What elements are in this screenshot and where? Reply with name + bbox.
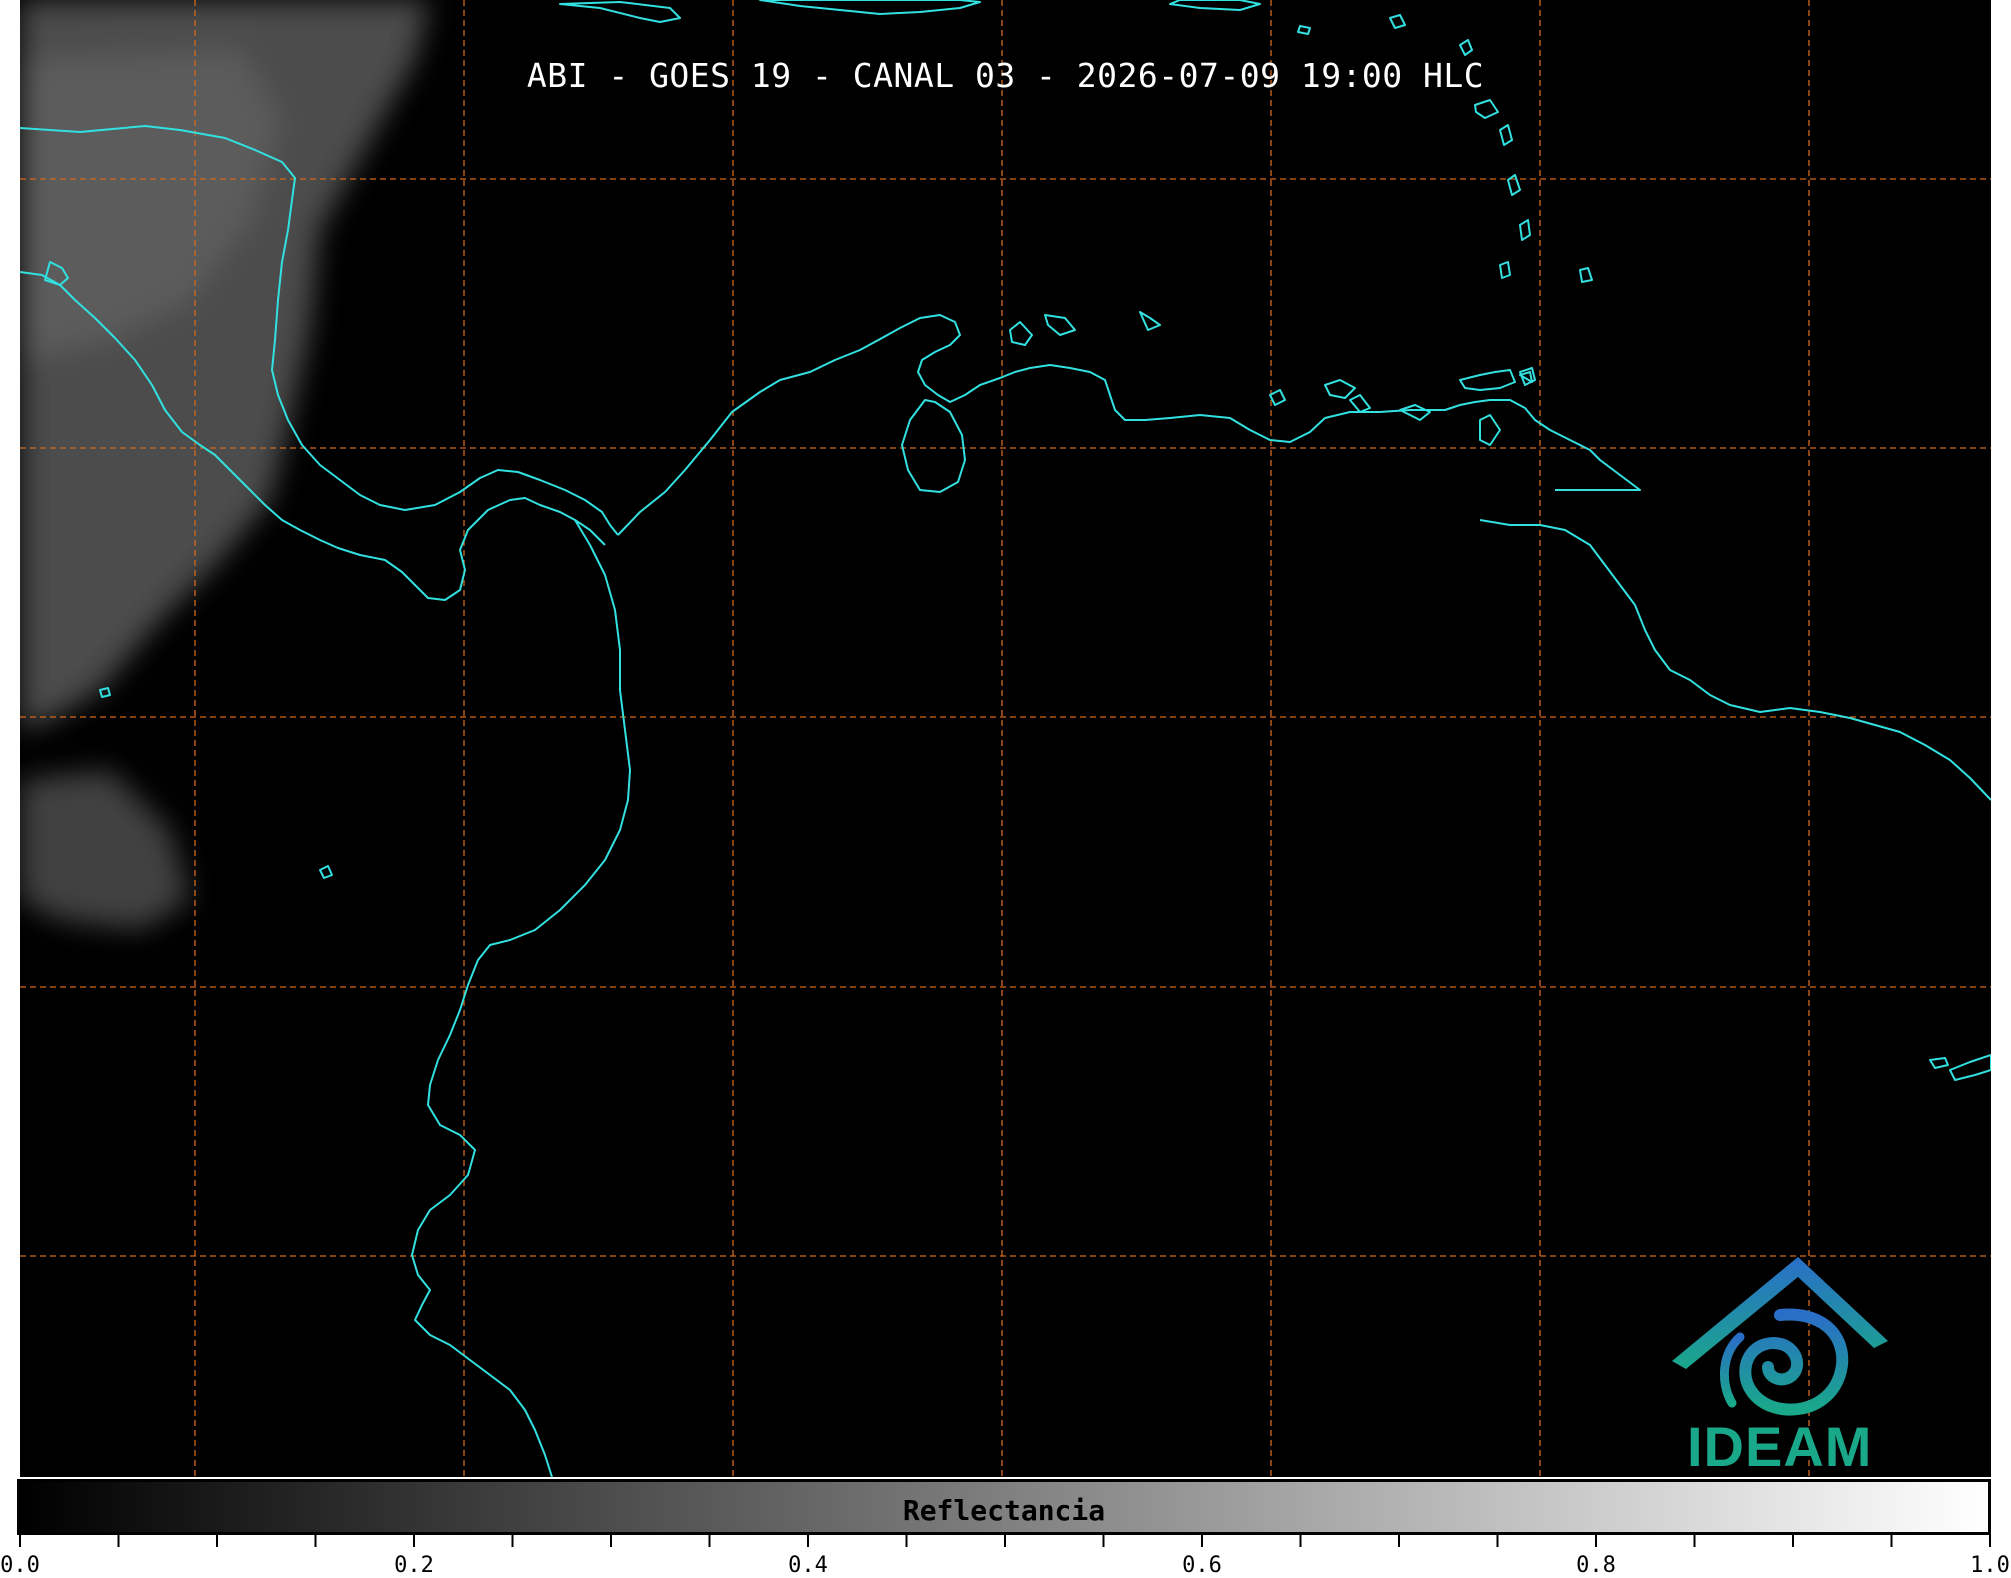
colorbar-ticks [19,1535,1991,1547]
map-title: ABI - GOES 19 - CANAL 03 - 2026-07-09 19… [526,56,1485,95]
colorbar-tick-label: 0.8 [1576,1553,1616,1578]
colorbar-tick-label: 0.2 [394,1553,434,1578]
colorbar-label: Reflectancia [902,1494,1106,1527]
colorbar-tick-label: 0.6 [1182,1553,1222,1578]
ideam-logo-text: IDEAM [1687,1415,1873,1478]
colorbar-tick-label: 0.4 [788,1553,828,1578]
colorbar: Reflectancia [17,1479,1991,1535]
colorbar-tick-label: 1.0 [1970,1553,2010,1578]
ideam-swirl-icon [1719,1308,1849,1416]
colorbar-tick-label: 0.0 [0,1553,40,1578]
